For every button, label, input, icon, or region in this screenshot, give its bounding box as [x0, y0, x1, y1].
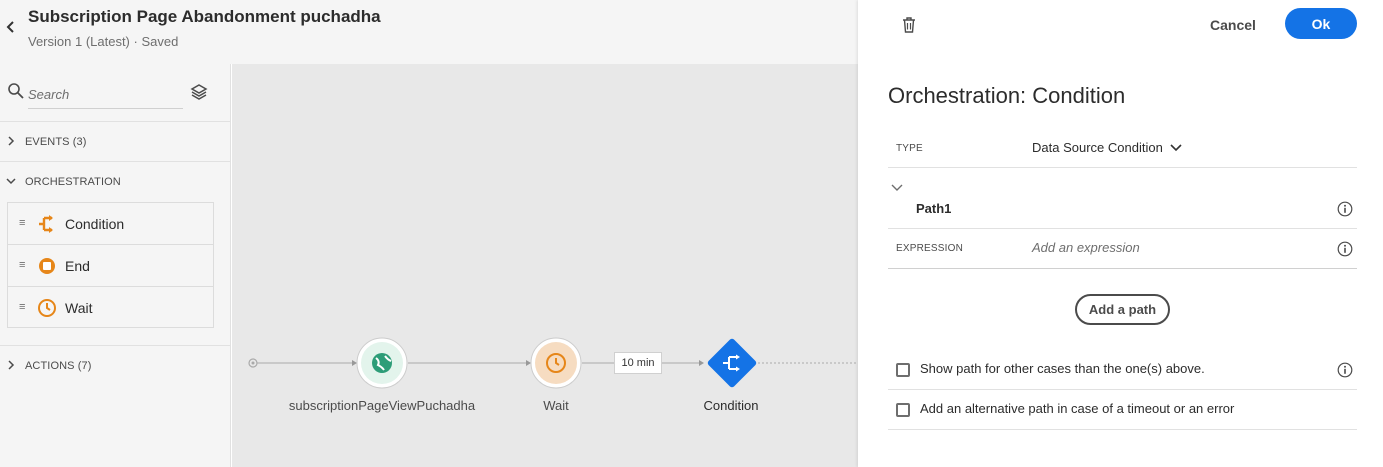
palette-item-label: Condition: [65, 216, 125, 232]
trash-icon[interactable]: [900, 16, 918, 34]
section-events-label: EVENTS (3): [25, 136, 87, 148]
chevron-down-icon[interactable]: [891, 183, 903, 193]
palette-search-row: [0, 64, 231, 122]
section-actions: ACTIONS (7): [0, 346, 231, 386]
section-actions-label: ACTIONS (7): [25, 360, 92, 372]
activity-properties-panel: Cancel Ok Orchestration: Condition TYPE …: [858, 0, 1383, 467]
chevron-right-icon: [8, 360, 15, 370]
condition-icon: [39, 215, 53, 233]
chevron-left-icon: [6, 21, 14, 33]
expression-label: EXPRESSION: [896, 243, 964, 254]
event-node-label: subscriptionPageViewPuchadha: [288, 398, 476, 413]
palette-item-label: End: [65, 258, 90, 274]
cancel-button[interactable]: Cancel: [1198, 13, 1268, 37]
timeout-path-label: Add an alternative path in case of a tim…: [920, 401, 1235, 416]
section-events: EVENTS (3): [0, 122, 231, 162]
condition-node-label: Condition: [703, 398, 759, 413]
section-events-header[interactable]: EVENTS (3): [0, 122, 231, 162]
drag-handle-icon: ≡: [19, 259, 26, 271]
journey-version-status: Version 1 (Latest) · Saved: [28, 34, 179, 49]
end-icon: [39, 258, 55, 274]
info-icon[interactable]: [1337, 241, 1353, 257]
event-node[interactable]: [356, 337, 408, 389]
orchestration-items: ≡ Condition ≡ End ≡ Wait: [7, 202, 214, 328]
condition-node[interactable]: [707, 338, 758, 389]
arrow-icon: [352, 360, 357, 366]
palette-search-input[interactable]: [28, 81, 183, 109]
other-cases-label: Show path for other cases than the one(s…: [920, 361, 1205, 376]
search-icon: [8, 83, 24, 99]
divider: [888, 389, 1357, 390]
drag-handle-icon: ≡: [19, 217, 26, 229]
journey-title: Subscription Page Abandonment puchadha: [28, 7, 381, 26]
expression-field[interactable]: Add an expression: [1032, 240, 1140, 255]
section-actions-header[interactable]: ACTIONS (7): [0, 346, 231, 386]
back-button[interactable]: [6, 20, 18, 36]
info-icon[interactable]: [1337, 362, 1353, 378]
add-path-button[interactable]: Add a path: [1075, 294, 1170, 325]
panel-title: Orchestration: Condition: [888, 83, 1126, 108]
path-name[interactable]: Path1: [916, 201, 951, 216]
palette-item-wait[interactable]: ≡ Wait: [8, 287, 213, 329]
timeout-path-checkbox[interactable]: [896, 403, 910, 417]
divider: [888, 167, 1357, 168]
wait-node[interactable]: [530, 337, 582, 389]
journey-header: Subscription Page Abandonment puchadha V…: [0, 0, 858, 64]
wait-duration-badge: 10 min: [614, 352, 662, 374]
section-orchestration: ORCHESTRATION: [0, 162, 231, 202]
start-point-center: [251, 361, 255, 365]
arrow-icon: [526, 360, 531, 366]
divider: [888, 228, 1357, 229]
divider: [888, 268, 1357, 269]
chevron-right-icon: [8, 136, 15, 146]
palette-item-condition[interactable]: ≡ Condition: [8, 203, 213, 245]
section-orchestration-label: ORCHESTRATION: [25, 176, 121, 188]
clock-icon: [38, 299, 56, 317]
info-icon[interactable]: [1337, 201, 1353, 217]
ok-button[interactable]: Ok: [1285, 8, 1357, 39]
divider: [888, 429, 1357, 430]
wait-node-label: Wait: [543, 398, 569, 413]
type-dropdown[interactable]: Data Source Condition: [1032, 140, 1163, 155]
palette-item-label: Wait: [65, 300, 93, 316]
arrow-icon: [699, 360, 704, 366]
type-label: TYPE: [896, 143, 923, 154]
palette-item-end[interactable]: ≡ End: [8, 245, 213, 287]
chevron-down-icon: [6, 178, 16, 185]
layers-icon[interactable]: [190, 83, 208, 101]
activity-palette: EVENTS (3) ORCHESTRATION ≡ Condition ≡ E…: [0, 64, 231, 467]
chevron-down-icon[interactable]: [1170, 143, 1182, 153]
other-cases-checkbox[interactable]: [896, 363, 910, 377]
drag-handle-icon: ≡: [19, 301, 26, 313]
section-orchestration-header[interactable]: ORCHESTRATION: [0, 162, 231, 202]
journey-canvas[interactable]: 10 min subscriptionPageViewPuchadha Wait…: [232, 64, 858, 467]
